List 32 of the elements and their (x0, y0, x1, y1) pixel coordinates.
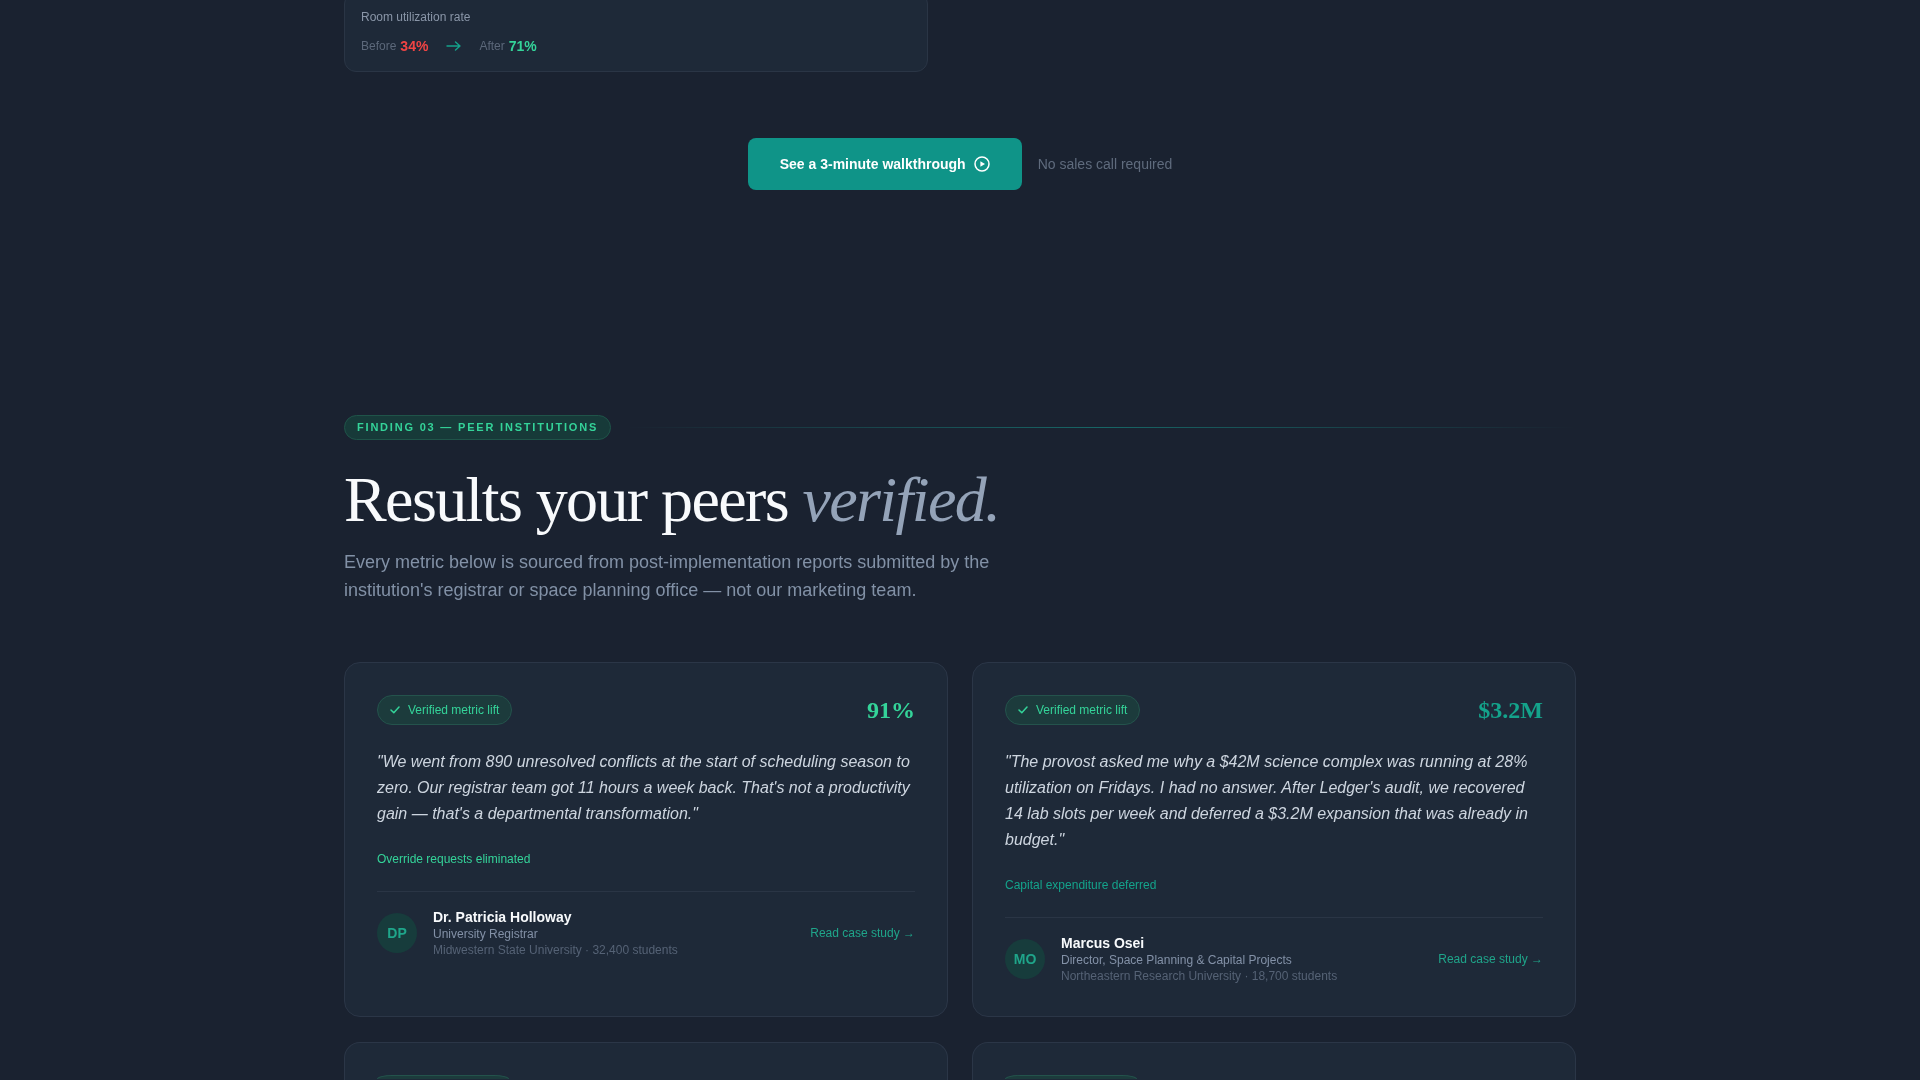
play-icon (973, 156, 990, 172)
section-eyebrow: FINDING 03 — PEER INSTITUTIONS (344, 415, 612, 440)
testimonial-quote: "The provost asked me why a $42M science complex was running at 28% utilization on Fridays. I had no answer. After Ledger's audit, we recovered 14 lab slots per week and deferred a $3.2M expansion that was already in budget." (1005, 752, 1529, 850)
metric-label: Override requests eliminated (377, 851, 532, 867)
cta-note: No sales call required (1037, 156, 1173, 172)
verified-label: Verified metric lift (408, 703, 500, 717)
institution-info: Midwestern State University · 32,400 students (433, 942, 679, 958)
person-role: University Registrar (433, 926, 539, 942)
person-name: Dr. Patricia Holloway (433, 908, 573, 926)
metric-label: Capital expenditure deferred (1005, 877, 1158, 893)
section-headline: Results your peers verified. (344, 465, 1000, 535)
check-icon (1018, 706, 1028, 714)
metric-value: 91% (867, 696, 915, 725)
avatar: MO (1005, 939, 1045, 979)
metric-value: $3.2M (1478, 696, 1543, 725)
read-case-study-link[interactable]: Read case study → (810, 926, 915, 940)
institution-info: Northeastern Research University · 18,700 students (1061, 968, 1339, 984)
testimonial-quote: "We went from 890 unresolved conflicts at the start of scheduling season to zero. Our registrar team got 11 hours a week back. That's not a productivity gain — that's a departmental transformation." (377, 752, 912, 824)
person-name: Marcus Osei (1061, 934, 1146, 952)
person-role: Director, Space Planning & Capital Projects (1061, 952, 1293, 968)
verified-label: Verified metric lift (1036, 703, 1128, 717)
walkthrough-button[interactable]: See a 3-minute walkthrough (747, 138, 1022, 190)
arrow-right-icon (446, 41, 462, 51)
after-value: 71% (508, 38, 537, 54)
avatar: DP (377, 913, 417, 953)
after-label: After (479, 39, 505, 53)
check-icon (390, 706, 400, 714)
read-case-study-link[interactable]: Read case study → (1438, 952, 1543, 966)
section-subtitle: Every metric below is sourced from post-implementation reports submitted by the institution's registrar or space planning office — not our marketing team. (344, 551, 991, 602)
before-value: 34% (400, 38, 429, 54)
before-label: Before (361, 39, 397, 53)
metric-title: Room utilization rate (361, 9, 472, 25)
